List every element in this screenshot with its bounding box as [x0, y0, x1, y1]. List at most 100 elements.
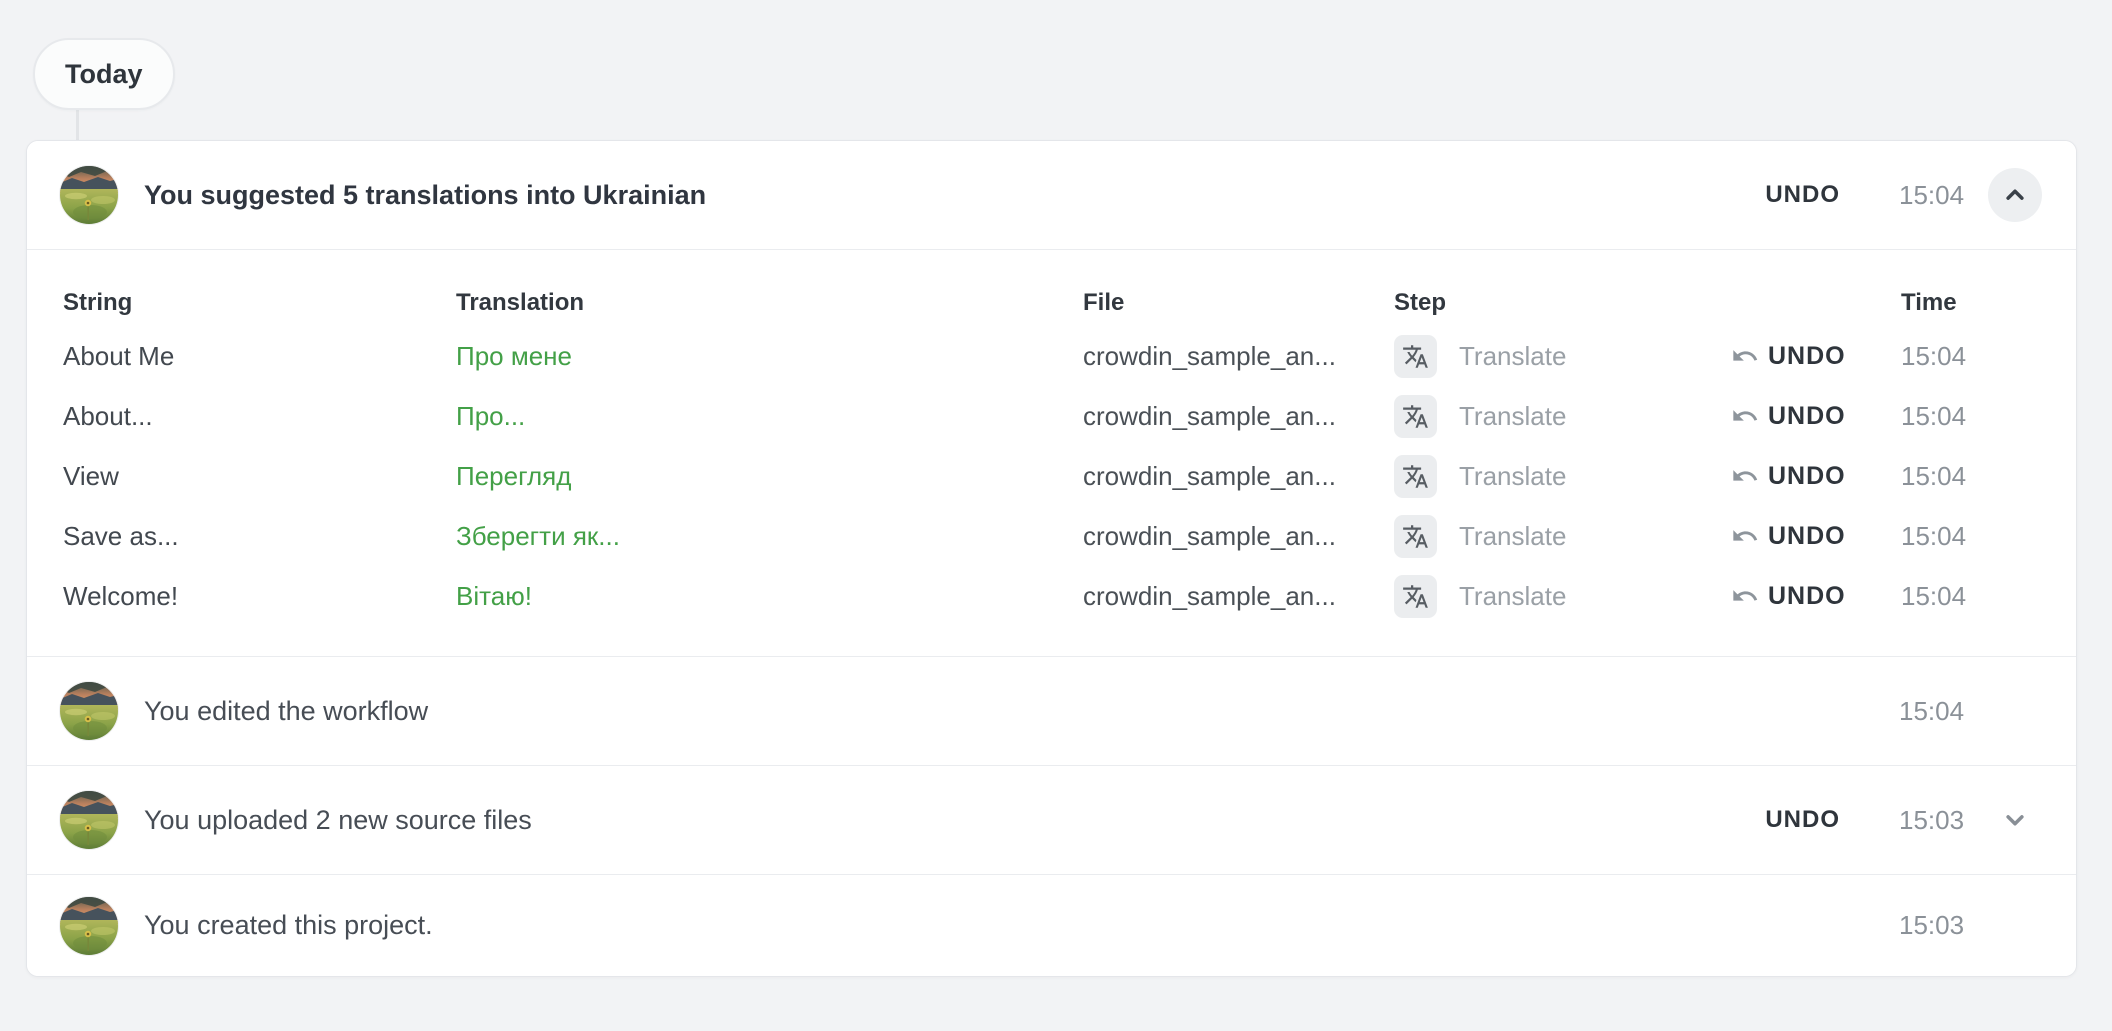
step-cell: Translate: [1394, 515, 1731, 558]
translate-step-badge: [1394, 515, 1437, 558]
undo-cell: UNDO: [1731, 582, 1901, 611]
file-link[interactable]: crowdin_sample_an...: [1083, 521, 1394, 552]
undo-cell: UNDO: [1731, 402, 1901, 431]
landscape-photo-icon: [60, 897, 118, 955]
step-label: Translate: [1459, 341, 1566, 372]
time-cell: 15:04: [1901, 401, 2076, 432]
table-row: Welcome! Вітаю! crowdin_sample_an... Tra…: [63, 566, 2076, 626]
table-row: View Перегляд crowdin_sample_an... Trans…: [63, 446, 2076, 506]
time-cell: 15:04: [1901, 461, 2076, 492]
translate-step-badge: [1394, 395, 1437, 438]
activity-row-edited-workflow: You edited the workflow 15:04: [27, 657, 2076, 765]
date-badge-label: Today: [65, 59, 143, 90]
translate-icon: [1402, 463, 1429, 490]
time-cell: 15:04: [1901, 581, 2076, 612]
activity-row-left: You suggested 5 translations into Ukrain…: [27, 166, 1760, 224]
activity-time: 15:04: [1840, 180, 1967, 211]
step-label: Translate: [1459, 521, 1566, 552]
step-label: Translate: [1459, 401, 1566, 432]
string-cell: About Me: [63, 341, 456, 372]
activity-card: You suggested 5 translations into Ukrain…: [26, 140, 2077, 977]
translations-table: String Translation File Step Time About …: [27, 250, 2076, 656]
undo-cell: UNDO: [1731, 342, 1901, 371]
chevron-up-icon: [2000, 180, 2030, 210]
column-header-string: String: [63, 289, 456, 317]
avatar[interactable]: [60, 897, 118, 955]
activity-time: 15:03: [1840, 805, 1967, 836]
table-row: About... Про... crowdin_sample_an... Tra…: [63, 386, 2076, 446]
string-cell: View: [63, 461, 456, 492]
translate-icon: [1402, 403, 1429, 430]
translation-cell: Про мене: [456, 341, 1083, 372]
translate-icon: [1402, 523, 1429, 550]
string-cell: Save as...: [63, 521, 456, 552]
file-link[interactable]: crowdin_sample_an...: [1083, 461, 1394, 492]
activity-title: You edited the workflow: [144, 696, 428, 727]
time-cell: 15:04: [1901, 521, 2076, 552]
undo-button[interactable]: UNDO: [1765, 806, 1840, 834]
step-cell: Translate: [1394, 455, 1731, 498]
avatar[interactable]: [60, 682, 118, 740]
undo-arrow-icon: [1731, 342, 1759, 370]
table-row: Save as... Зберегти як... crowdin_sample…: [63, 506, 2076, 566]
step-cell: Translate: [1394, 395, 1731, 438]
step-cell: Translate: [1394, 335, 1731, 378]
undo-button[interactable]: UNDO: [1768, 582, 1846, 611]
collapse-button[interactable]: [1988, 168, 2042, 222]
step-label: Translate: [1459, 461, 1566, 492]
activity-page: Today You suggested 5 translations into …: [0, 0, 2112, 1031]
undo-arrow-icon: [1731, 582, 1759, 610]
table-header-row: String Translation File Step Time: [63, 280, 2076, 326]
time-cell: 15:04: [1901, 341, 2076, 372]
undo-button[interactable]: UNDO: [1768, 522, 1846, 551]
landscape-photo-icon: [60, 682, 118, 740]
undo-button[interactable]: UNDO: [1768, 462, 1846, 491]
activity-row-left: You created this project.: [27, 897, 1760, 955]
step-cell: Translate: [1394, 575, 1731, 618]
translate-icon: [1402, 583, 1429, 610]
translate-step-badge: [1394, 335, 1437, 378]
expand-button[interactable]: [1988, 793, 2042, 847]
avatar[interactable]: [60, 791, 118, 849]
date-badge: Today: [33, 38, 175, 110]
activity-row-created-project: You created this project. 15:03: [27, 875, 2076, 976]
undo-button[interactable]: UNDO: [1768, 402, 1846, 431]
translate-step-badge: [1394, 575, 1437, 618]
column-header-time: Time: [1901, 289, 2076, 317]
column-header-step: Step: [1394, 289, 1731, 317]
landscape-photo-icon: [60, 166, 118, 224]
activity-time: 15:03: [1840, 910, 1967, 941]
file-link[interactable]: crowdin_sample_an...: [1083, 581, 1394, 612]
activity-time: 15:04: [1840, 696, 1967, 727]
column-header-file: File: [1083, 289, 1394, 317]
activity-title: You suggested 5 translations into Ukrain…: [144, 180, 706, 211]
timeline-connector: [76, 108, 79, 142]
activity-row-suggested-translations[interactable]: You suggested 5 translations into Ukrain…: [27, 141, 2076, 249]
translation-cell: Перегляд: [456, 461, 1083, 492]
undo-arrow-icon: [1731, 462, 1759, 490]
file-link[interactable]: crowdin_sample_an...: [1083, 401, 1394, 432]
activity-row-left: You edited the workflow: [27, 682, 1760, 740]
translation-cell: Про...: [456, 401, 1083, 432]
landscape-photo-icon: [60, 791, 118, 849]
undo-button[interactable]: UNDO: [1768, 342, 1846, 371]
step-label: Translate: [1459, 581, 1566, 612]
undo-cell: UNDO: [1731, 522, 1901, 551]
translate-step-badge: [1394, 455, 1437, 498]
avatar[interactable]: [60, 166, 118, 224]
translation-cell: Зберегти як...: [456, 521, 1083, 552]
activity-row-uploaded-files[interactable]: You uploaded 2 new source files UNDO 15:…: [27, 766, 2076, 874]
undo-arrow-icon: [1731, 402, 1759, 430]
string-cell: Welcome!: [63, 581, 456, 612]
translate-icon: [1402, 343, 1429, 370]
activity-row-left: You uploaded 2 new source files: [27, 791, 1760, 849]
file-link[interactable]: crowdin_sample_an...: [1083, 341, 1394, 372]
chevron-down-icon: [2000, 805, 2030, 835]
undo-cell: UNDO: [1731, 462, 1901, 491]
activity-title: You created this project.: [144, 910, 433, 941]
table-row: About Me Про мене crowdin_sample_an... T…: [63, 326, 2076, 386]
undo-button[interactable]: UNDO: [1765, 181, 1840, 209]
activity-title: You uploaded 2 new source files: [144, 805, 532, 836]
string-cell: About...: [63, 401, 456, 432]
undo-arrow-icon: [1731, 522, 1759, 550]
